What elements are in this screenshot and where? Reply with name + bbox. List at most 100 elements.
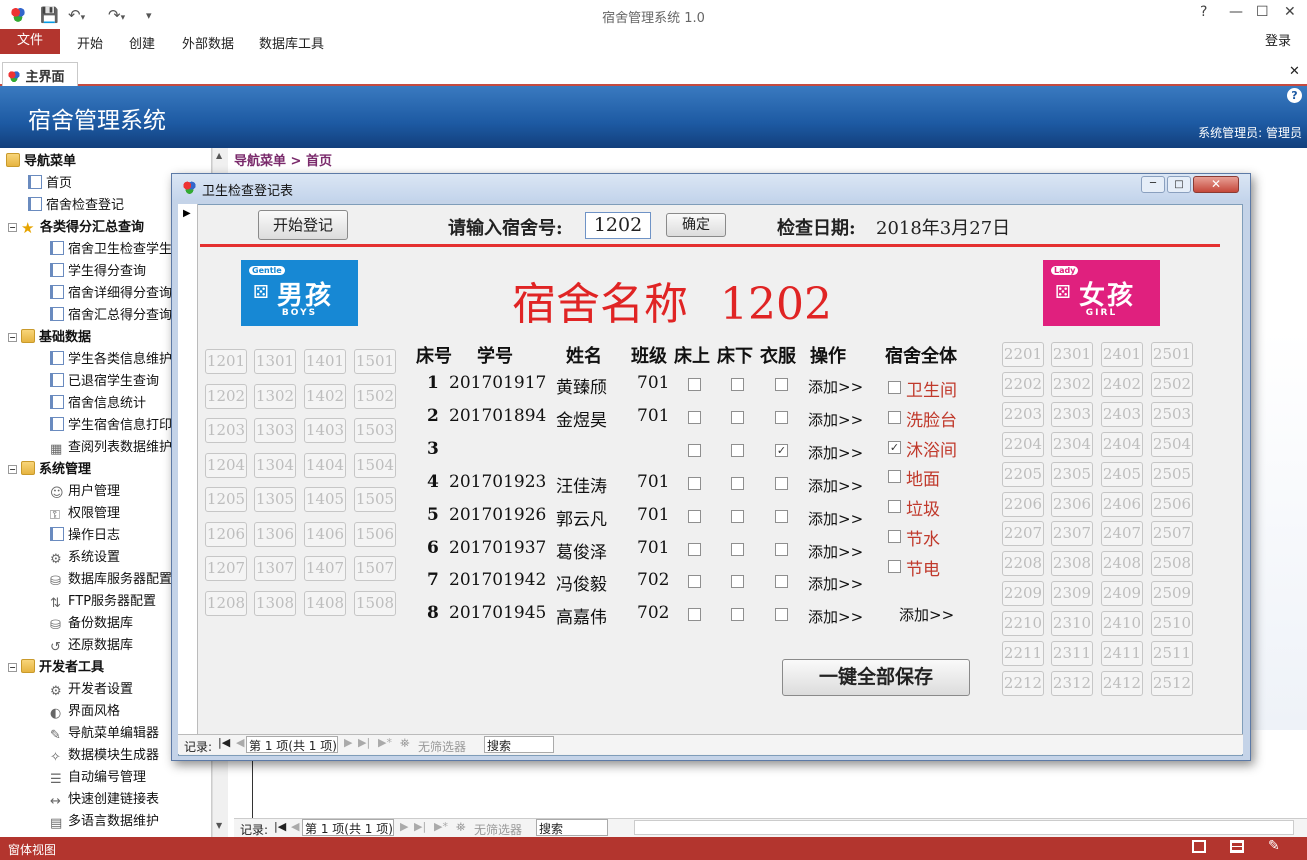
help-circle-icon[interactable]: ?	[1287, 88, 1302, 103]
room-button[interactable]: 1406	[304, 521, 346, 547]
room-button[interactable]: 2507	[1151, 521, 1193, 547]
nav-item-28[interactable]: ☰ 自动编号管理	[50, 768, 146, 788]
checkbox-clothes[interactable]	[775, 410, 788, 424]
minimize-icon[interactable]: —	[1229, 4, 1243, 20]
area-checkbox[interactable]	[888, 500, 901, 514]
room-button[interactable]: 2403	[1101, 401, 1143, 427]
tab-database-tools[interactable]: 数据库工具	[259, 33, 324, 52]
room-button[interactable]: 2401	[1101, 342, 1143, 367]
checkbox-bed-down[interactable]	[731, 410, 744, 424]
area-checkbox[interactable]	[888, 470, 901, 484]
nav-item-26[interactable]: ✎ 导航菜单编辑器	[50, 724, 159, 744]
tab-external-data[interactable]: 外部数据	[182, 33, 234, 52]
dialog-filter-icon[interactable]: ⛯	[400, 736, 410, 751]
add-link[interactable]: 添加>>	[808, 573, 863, 594]
room-button[interactable]: 1307	[254, 556, 296, 581]
room-button[interactable]: 1408	[304, 590, 346, 616]
nav-item-5[interactable]: 学生得分查询	[50, 262, 146, 282]
checkbox-bed-up[interactable]	[688, 542, 701, 556]
dialog-previous-record-icon[interactable]: ◀	[236, 736, 244, 749]
collapse-icon[interactable]: −	[8, 663, 17, 672]
room-button[interactable]: 1308	[254, 590, 296, 616]
previous-record-icon[interactable]: ◀	[291, 820, 299, 833]
nav-item-15[interactable]: ☺ 用户管理	[50, 482, 120, 502]
dialog-record-position[interactable]: 第 1 项(共 1 项)	[246, 736, 338, 753]
nav-item-19[interactable]: ⛁ 数据库服务器配置	[50, 570, 172, 590]
room-button[interactable]: 1507	[354, 556, 396, 581]
area-checkbox[interactable]: ✓	[888, 440, 901, 454]
dialog-title-bar[interactable]: 卫生检查登记表 ─ □ ✕	[172, 174, 1250, 200]
dorm-number-input[interactable]: 1202	[585, 212, 651, 239]
room-button[interactable]: 2311	[1051, 641, 1093, 666]
room-button[interactable]: 2508	[1151, 551, 1193, 577]
form-view-icon[interactable]	[1192, 840, 1206, 853]
room-button[interactable]: 2408	[1101, 551, 1143, 577]
nav-item-25[interactable]: ◐ 界面风格	[50, 702, 120, 722]
tab-start[interactable]: 开始	[77, 33, 103, 52]
nav-item-0[interactable]: 导航菜单	[6, 152, 76, 172]
room-button[interactable]: 2504	[1151, 431, 1193, 457]
nav-item-2[interactable]: 宿舍检查登记	[28, 196, 124, 216]
nav-item-23[interactable]: − 开发者工具	[8, 658, 104, 678]
room-button[interactable]: 1306	[254, 521, 296, 547]
room-button[interactable]: 2306	[1051, 491, 1093, 517]
add-link[interactable]: 添加>>	[808, 475, 863, 496]
checkbox-bed-down[interactable]	[731, 378, 744, 391]
room-button[interactable]: 2309	[1051, 581, 1093, 607]
room-button[interactable]: 1404	[304, 452, 346, 478]
areas-add-link[interactable]: 添加>>	[899, 604, 954, 625]
nav-item-21[interactable]: ⛁ 备份数据库	[50, 614, 133, 634]
record-position-field[interactable]: 第 1 项(共 1 项)	[302, 819, 394, 836]
datasheet-view-icon[interactable]	[1230, 840, 1244, 853]
room-button[interactable]: 2307	[1051, 521, 1093, 547]
room-button[interactable]: 2405	[1101, 461, 1143, 487]
room-button[interactable]: 2211	[1002, 641, 1044, 666]
room-button[interactable]: 1303	[254, 418, 296, 443]
nav-item-17[interactable]: 操作日志	[50, 526, 120, 546]
room-button[interactable]: 1204	[205, 452, 247, 478]
checkbox-bed-down[interactable]	[731, 608, 744, 622]
room-button[interactable]: 2502	[1151, 371, 1193, 397]
close-document-icon[interactable]: ✕	[1289, 64, 1300, 79]
checkbox-clothes[interactable]	[775, 542, 788, 556]
room-button[interactable]: 1301	[254, 349, 296, 374]
room-button[interactable]: 2409	[1101, 581, 1143, 607]
record-selector[interactable]: ▶	[178, 204, 198, 734]
room-button[interactable]: 1202	[205, 383, 247, 409]
checkbox-bed-up[interactable]	[688, 378, 701, 391]
room-button[interactable]: 1407	[304, 556, 346, 581]
room-button[interactable]: 1504	[354, 452, 396, 478]
new-record-icon[interactable]: ▶*	[434, 820, 448, 833]
nav-item-9[interactable]: 学生各类信息维护	[50, 350, 172, 370]
design-view-icon[interactable]: ✎	[1268, 838, 1280, 854]
nav-item-27[interactable]: ✧ 数据模块生成器	[50, 746, 159, 766]
nav-item-13[interactable]: ▦ 查阅列表数据维护	[50, 438, 172, 458]
room-button[interactable]: 1302	[254, 383, 296, 409]
area-checkbox[interactable]	[888, 381, 901, 394]
room-button[interactable]: 1207	[205, 556, 247, 581]
nav-item-30[interactable]: ▤ 多语言数据维护	[50, 812, 159, 832]
checkbox-clothes[interactable]	[775, 476, 788, 490]
checkbox-bed-up[interactable]	[688, 575, 701, 589]
search-input[interactable]: 搜索	[536, 819, 608, 836]
nav-item-10[interactable]: 已退宿学生查询	[50, 372, 159, 392]
next-record-icon[interactable]: ▶	[400, 820, 408, 833]
room-button[interactable]: 2203	[1002, 401, 1044, 427]
room-button[interactable]: 2204	[1002, 431, 1044, 457]
checkbox-clothes[interactable]	[775, 575, 788, 589]
collapse-icon[interactable]: −	[8, 465, 17, 474]
room-button[interactable]: 2312	[1051, 670, 1093, 696]
area-checkbox[interactable]	[888, 530, 901, 543]
room-button[interactable]: 1508	[354, 590, 396, 616]
file-tab[interactable]: 文件	[0, 29, 60, 54]
room-button[interactable]: 2406	[1101, 491, 1143, 517]
nav-item-4[interactable]: 宿舍卫生检查学生	[50, 240, 172, 260]
nav-item-29[interactable]: ↔ 快速创建链接表	[50, 790, 159, 810]
last-record-icon[interactable]: ▶|	[414, 820, 426, 833]
room-button[interactable]: 2212	[1002, 670, 1044, 696]
nav-item-18[interactable]: ⚙ 系统设置	[50, 548, 120, 568]
room-button[interactable]: 2510	[1151, 611, 1193, 637]
confirm-button[interactable]: 确定	[666, 213, 726, 237]
nav-item-12[interactable]: 学生宿舍信息打印	[50, 416, 172, 436]
checkbox-clothes[interactable]	[775, 608, 788, 622]
